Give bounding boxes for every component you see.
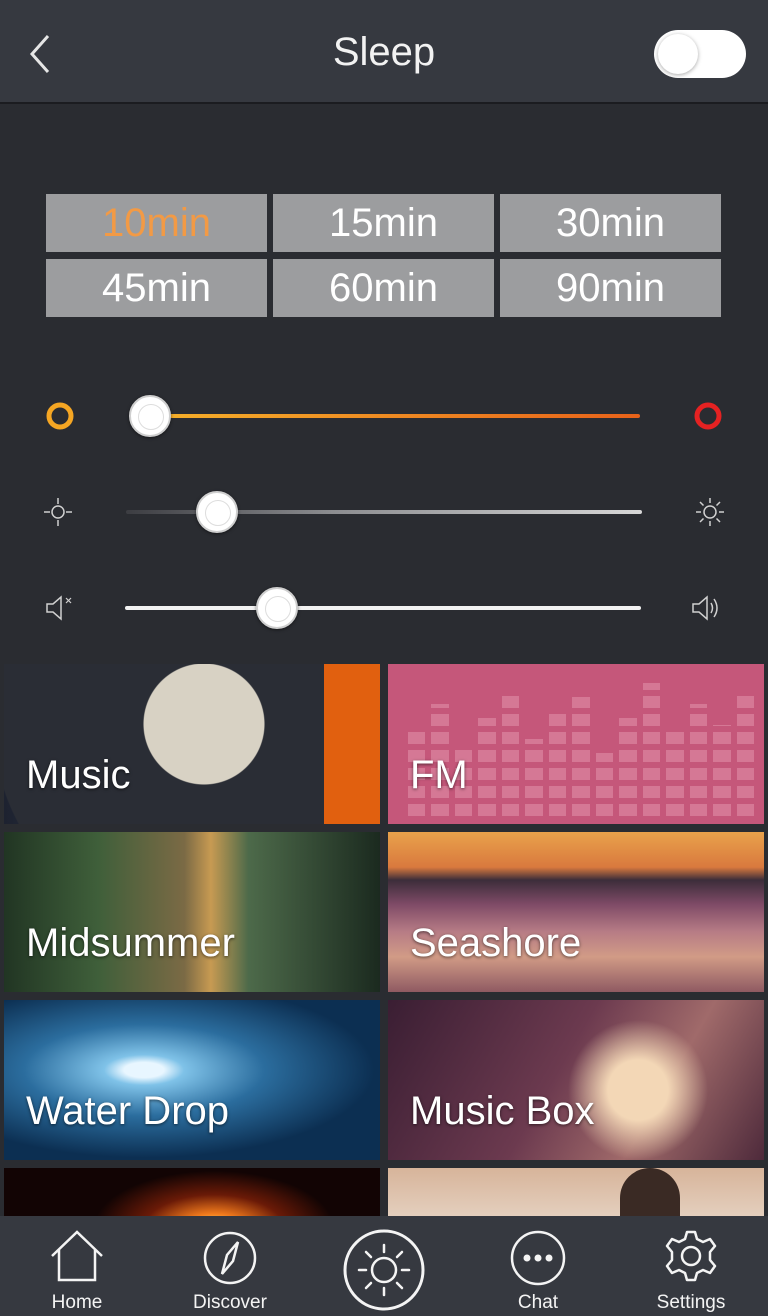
page-title: Sleep: [332, 30, 436, 74]
nav-settings[interactable]: Settings: [631, 1216, 751, 1316]
timer-option-10min[interactable]: 10min: [46, 194, 267, 252]
cool-circle-icon: [694, 402, 722, 430]
sleep-toggle[interactable]: [654, 30, 746, 78]
color-temp-slider-row: [0, 386, 768, 446]
tile-fm[interactable]: FM: [388, 664, 764, 824]
volume-slider-row: [0, 578, 768, 638]
tile-accent-strip: [324, 664, 380, 824]
timer-option-60min[interactable]: 60min: [273, 259, 494, 317]
header-bar: Sleep: [0, 0, 768, 104]
brightness-low-icon: [44, 498, 72, 526]
timer-option-15min[interactable]: 15min: [273, 194, 494, 252]
tile-label: FM: [410, 753, 468, 797]
tile-seashore[interactable]: Seashore: [388, 832, 764, 992]
nav-discover[interactable]: Discover: [170, 1216, 290, 1316]
compass-icon: [203, 1231, 257, 1285]
tile-label: Music: [26, 753, 131, 797]
nav-label: Settings: [656, 1292, 726, 1313]
nav-home[interactable]: Home: [17, 1216, 137, 1316]
tile-midsummer[interactable]: Midsummer: [4, 832, 380, 992]
timer-option-45min[interactable]: 45min: [46, 259, 267, 317]
nav-label: Home: [51, 1292, 103, 1313]
silhouette-graphic: [620, 1168, 680, 1216]
gear-icon: [665, 1230, 717, 1282]
volume-high-icon: [692, 595, 718, 621]
tile-label: Midsummer: [26, 921, 235, 965]
volume-track[interactable]: [125, 606, 641, 610]
volume-mute-icon: [46, 595, 72, 621]
brightness-high-icon: [696, 498, 724, 526]
tile-label: Music Box: [410, 1089, 595, 1133]
nav-chat[interactable]: Chat: [478, 1216, 598, 1316]
home-icon: [51, 1230, 103, 1282]
volume-thumb[interactable]: [256, 587, 298, 629]
tile-music-box[interactable]: Music Box: [388, 1000, 764, 1160]
warm-circle-icon: [46, 402, 74, 430]
brightness-thumb[interactable]: [196, 491, 238, 533]
tile-fireplace[interactable]: [4, 1168, 380, 1216]
sun-icon: [343, 1229, 425, 1311]
chat-icon: [510, 1230, 566, 1286]
color-temp-track[interactable]: [150, 414, 640, 418]
tile-label: Seashore: [410, 921, 582, 965]
nav-label: Discover: [193, 1292, 267, 1313]
timer-option-30min[interactable]: 30min: [500, 194, 721, 252]
timer-option-90min[interactable]: 90min: [500, 259, 721, 317]
timer-options: 10min 15min 30min 45min 60min 90min: [46, 194, 722, 317]
scene-grid: Music FM Midsummer Seashore Water Drop M…: [4, 664, 764, 1216]
nav-light-button[interactable]: [342, 1228, 426, 1312]
tile-water-drop[interactable]: Water Drop: [4, 1000, 380, 1160]
color-temp-thumb[interactable]: [129, 395, 171, 437]
tile-sunset[interactable]: [388, 1168, 764, 1216]
nav-label: Chat: [517, 1292, 559, 1313]
toggle-knob: [658, 34, 698, 74]
tile-music[interactable]: Music: [4, 664, 380, 824]
tile-label: Water Drop: [26, 1089, 230, 1133]
brightness-slider-row: [0, 482, 768, 542]
